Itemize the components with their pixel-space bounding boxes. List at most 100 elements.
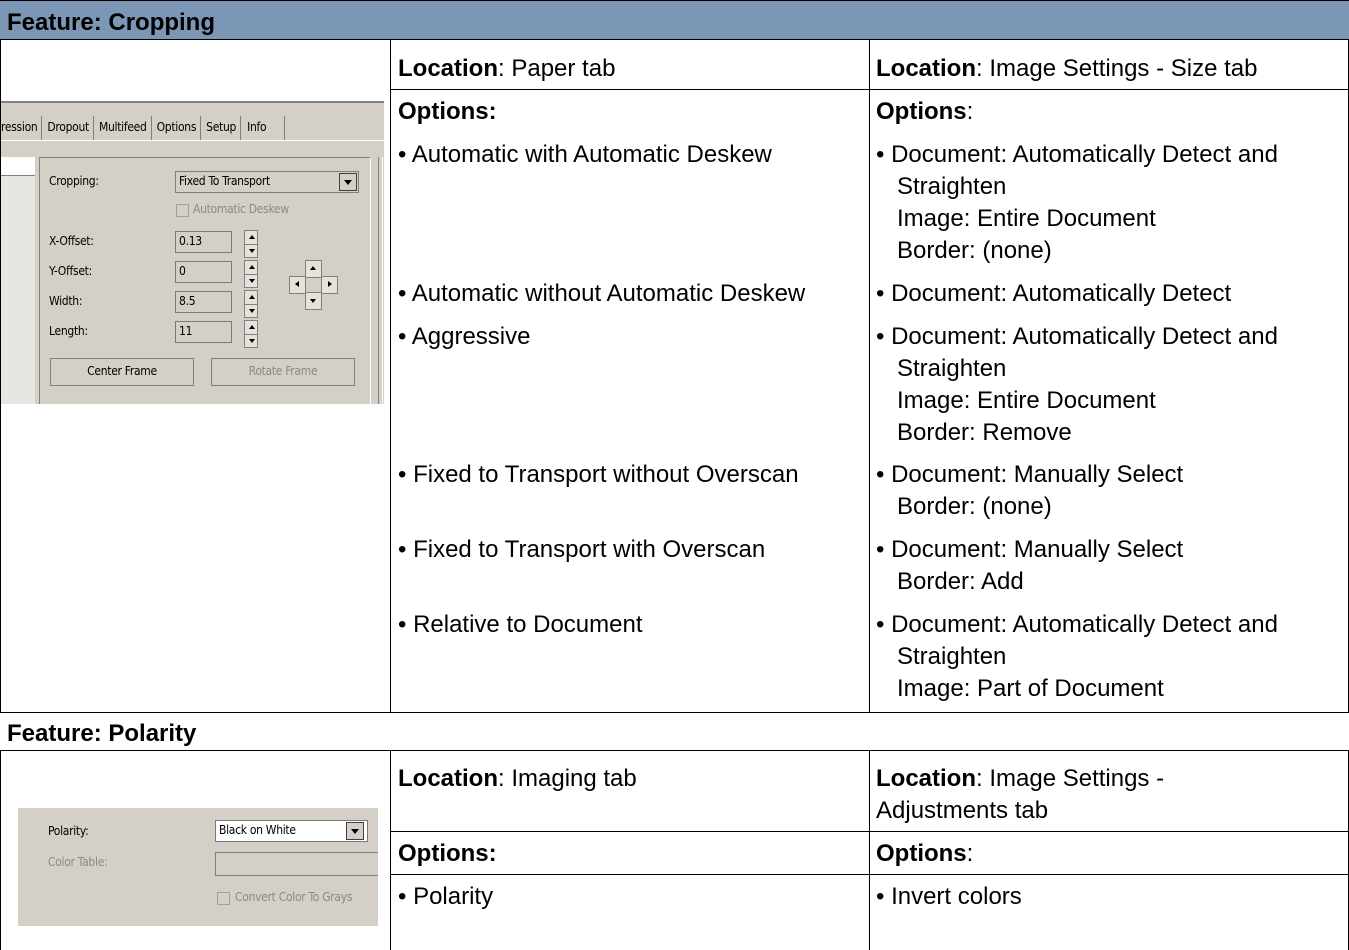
- table-rule: [390, 874, 1349, 875]
- table-divider: [869, 750, 870, 950]
- option-mapping: • Invert colors: [876, 883, 1022, 910]
- section-header-cropping: Feature: Cropping: [0, 0, 1349, 40]
- location-value-cont: Adjustments tab: [876, 797, 1049, 824]
- table-border-left: [0, 750, 1, 950]
- width-spinner[interactable]: [244, 290, 258, 318]
- mapping-line: • Document: Automatically Detect: [876, 280, 1232, 307]
- color-table-field[interactable]: [215, 852, 378, 876]
- location-value: : Image Settings - Size tab: [976, 55, 1258, 82]
- width-label: Width:: [49, 294, 83, 308]
- length-spinner[interactable]: [244, 320, 258, 348]
- section-title: Feature: Polarity: [7, 720, 197, 747]
- options-label: Options: [876, 840, 967, 867]
- polarity-dialog-screenshot: Polarity: Black on White Color Table: Co…: [18, 808, 378, 932]
- table-rule: [390, 831, 1349, 832]
- mapping-line: Border: (none): [897, 237, 1052, 264]
- width-field[interactable]: 8.5: [175, 291, 232, 313]
- table-rule: [0, 750, 1349, 751]
- options-heading-right: Options:: [876, 96, 973, 128]
- location-label: Location: [876, 55, 976, 82]
- mapping-line: • Document: Automatically Detect and: [876, 611, 1278, 638]
- tab-setup[interactable]: Setup: [201, 116, 242, 140]
- mapping-line: • Document: Automatically Detect and: [876, 141, 1278, 168]
- length-field[interactable]: 11: [175, 321, 232, 343]
- option-mapping: • Document: Automatically Detect and Str…: [876, 321, 1278, 449]
- location-value: : Imaging tab: [498, 765, 637, 792]
- mapping-line: Image: Entire Document: [897, 205, 1156, 232]
- arrow-right-icon[interactable]: [321, 276, 338, 294]
- location-cell-right: Location: Image Settings - Adjustments t…: [876, 763, 1164, 827]
- side-panel-item: [1, 157, 35, 176]
- mapping-line: Straighten: [897, 173, 1007, 200]
- cropping-dialog-screenshot: ression Dropout Multifeed Options Setup …: [1, 90, 384, 404]
- mapping-line: • Document: Manually Select: [876, 461, 1184, 488]
- option-item: • Polarity: [398, 883, 494, 910]
- convert-gray-checkbox[interactable]: [217, 892, 230, 905]
- option-item: • Fixed to Transport with Overscan: [398, 536, 766, 563]
- y-offset-label: Y-Offset:: [49, 264, 92, 278]
- mapping-line: Straighten: [897, 355, 1007, 382]
- location-value: : Image Settings -: [976, 765, 1165, 792]
- section-title: Feature: Cropping: [7, 9, 215, 36]
- location-label: Location: [876, 765, 976, 792]
- tab-compression[interactable]: ression: [1, 116, 43, 140]
- dialog-tabs: ression Dropout Multifeed Options Setup …: [1, 116, 286, 140]
- options-colon: :: [966, 840, 974, 867]
- polarity-label: Polarity:: [48, 824, 89, 838]
- auto-deskew-label: Automatic Deskew: [193, 202, 289, 216]
- location-label: Location: [398, 765, 498, 792]
- center-frame-button[interactable]: Center Frame: [50, 358, 194, 386]
- tab-options[interactable]: Options: [152, 116, 202, 140]
- auto-deskew-checkbox[interactable]: [176, 204, 189, 217]
- options-heading-right: Options:: [876, 838, 973, 870]
- length-label: Length:: [49, 324, 88, 338]
- mapping-line: • Document: Automatically Detect and: [876, 323, 1278, 350]
- arrow-left-icon[interactable]: [289, 276, 306, 294]
- location-value: : Paper tab: [498, 55, 616, 82]
- option-mapping: • Document: Automatically Detect and Str…: [876, 609, 1278, 705]
- arrow-down-icon[interactable]: [305, 292, 322, 310]
- mapping-line: Border: Remove: [897, 419, 1072, 446]
- tabs-baseline: [1, 140, 384, 141]
- convert-gray-label: Convert Color To Grays: [235, 890, 353, 904]
- mapping-line: • Document: Manually Select: [876, 536, 1184, 563]
- side-panel: [1, 157, 35, 404]
- rotate-frame-button[interactable]: Rotate Frame: [211, 358, 355, 386]
- tab-dropout[interactable]: Dropout: [42, 116, 94, 140]
- chevron-down-icon[interactable]: [339, 173, 357, 191]
- table-divider: [390, 750, 391, 950]
- location-cell-left: Location: Imaging tab: [398, 763, 637, 795]
- options-colon: :: [966, 98, 974, 125]
- option-mapping: • Document: Automatically Detect: [876, 278, 1231, 310]
- location-label: Location: [398, 55, 498, 82]
- y-offset-spinner[interactable]: [244, 260, 258, 288]
- cropping-dropdown[interactable]: Fixed To Transport: [175, 171, 359, 193]
- location-cell-right: Location: Image Settings - Size tab: [876, 53, 1257, 85]
- mapping-line: Image: Part of Document: [897, 675, 1164, 702]
- arrow-up-icon[interactable]: [305, 260, 322, 278]
- option-item: • Aggressive: [398, 323, 531, 350]
- polarity-dropdown-value: Black on White: [219, 823, 296, 837]
- x-offset-field[interactable]: 0.13: [175, 231, 232, 253]
- tab-multifeed[interactable]: Multifeed: [94, 116, 152, 140]
- x-offset-spinner[interactable]: [244, 230, 258, 258]
- mapping-line: Image: Entire Document: [897, 387, 1156, 414]
- option-item: • Automatic with Automatic Deskew: [398, 141, 772, 168]
- options-label: Options: [876, 98, 967, 125]
- y-offset-field[interactable]: 0: [175, 261, 232, 283]
- cropping-label: Cropping:: [49, 174, 99, 188]
- chevron-down-icon[interactable]: [346, 822, 364, 840]
- options-heading-left: Options:: [398, 98, 497, 125]
- table-divider: [869, 40, 870, 713]
- option-mapping: • Document: Automatically Detect and Str…: [876, 139, 1278, 267]
- mapping-line: Border: Add: [897, 568, 1024, 595]
- section-header-polarity: Feature: Polarity: [0, 713, 1349, 750]
- option-mapping: • Document: Manually Select Border: (non…: [876, 459, 1183, 523]
- table-divider: [390, 40, 391, 713]
- option-item: • Relative to Document: [398, 611, 643, 638]
- table-rule: [390, 89, 1349, 90]
- cropping-dropdown-value: Fixed To Transport: [179, 174, 270, 188]
- tab-info[interactable]: Info: [241, 116, 286, 140]
- x-offset-label: X-Offset:: [49, 234, 94, 248]
- option-mapping: • Document: Manually Select Border: Add: [876, 534, 1183, 598]
